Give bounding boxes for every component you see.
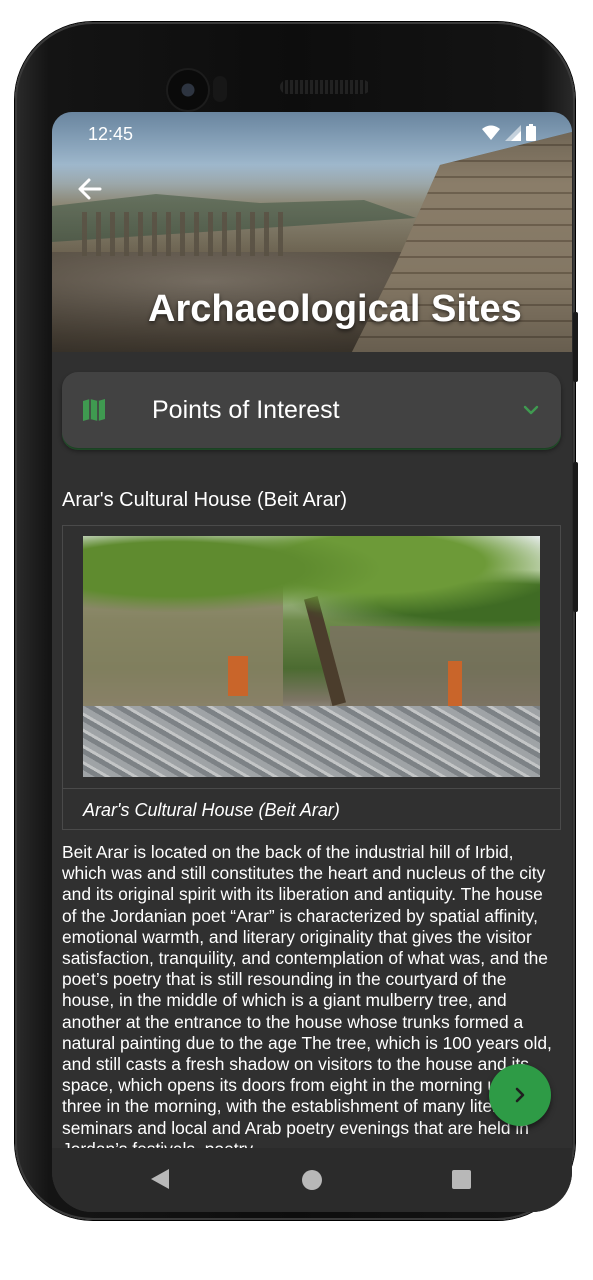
front-camera — [168, 70, 208, 110]
page-title: Archaeological Sites — [148, 288, 522, 330]
wifi-icon — [482, 125, 500, 140]
power-button — [573, 312, 578, 382]
nav-recent-icon[interactable] — [452, 1170, 471, 1189]
divider — [63, 788, 560, 789]
nav-back-icon[interactable] — [149, 1168, 171, 1190]
volume-button — [573, 462, 578, 612]
proximity-sensor — [213, 76, 227, 102]
hero-image: 12:45 Archaeological Sites — [52, 112, 572, 352]
photo-caption: Arar's Cultural House (Beit Arar) — [83, 800, 340, 820]
scroll-content[interactable]: 12:45 Archaeological Sites Points of Int… — [52, 112, 572, 1148]
section-title: Arar's Cultural House (Beit Arar) — [62, 489, 348, 511]
courtyard-photo — [83, 536, 540, 777]
description-text: Beit Arar is located on the back of the … — [62, 842, 552, 1148]
points-of-interest-dropdown[interactable]: Points of Interest — [62, 372, 561, 448]
signal-icon — [505, 124, 521, 141]
status-icons — [482, 124, 536, 141]
map-icon — [83, 399, 105, 421]
system-nav-bar — [52, 1148, 572, 1212]
nav-home-icon[interactable] — [302, 1170, 322, 1190]
chevron-right-icon — [515, 1087, 525, 1103]
earpiece-speaker — [280, 80, 370, 94]
back-arrow-icon[interactable] — [74, 174, 104, 204]
phone-frame: 12:45 Archaeological Sites Points of Int… — [15, 22, 578, 1220]
next-fab-button[interactable] — [489, 1064, 551, 1126]
status-time: 12:45 — [88, 124, 134, 144]
app-screen: 12:45 Archaeological Sites Points of Int… — [52, 112, 572, 1212]
battery-icon — [526, 124, 536, 141]
photo-figure: Arar's Cultural House (Beit Arar) — [62, 525, 561, 830]
chevron-down-icon — [523, 405, 539, 415]
dropdown-label: Points of Interest — [152, 396, 340, 424]
